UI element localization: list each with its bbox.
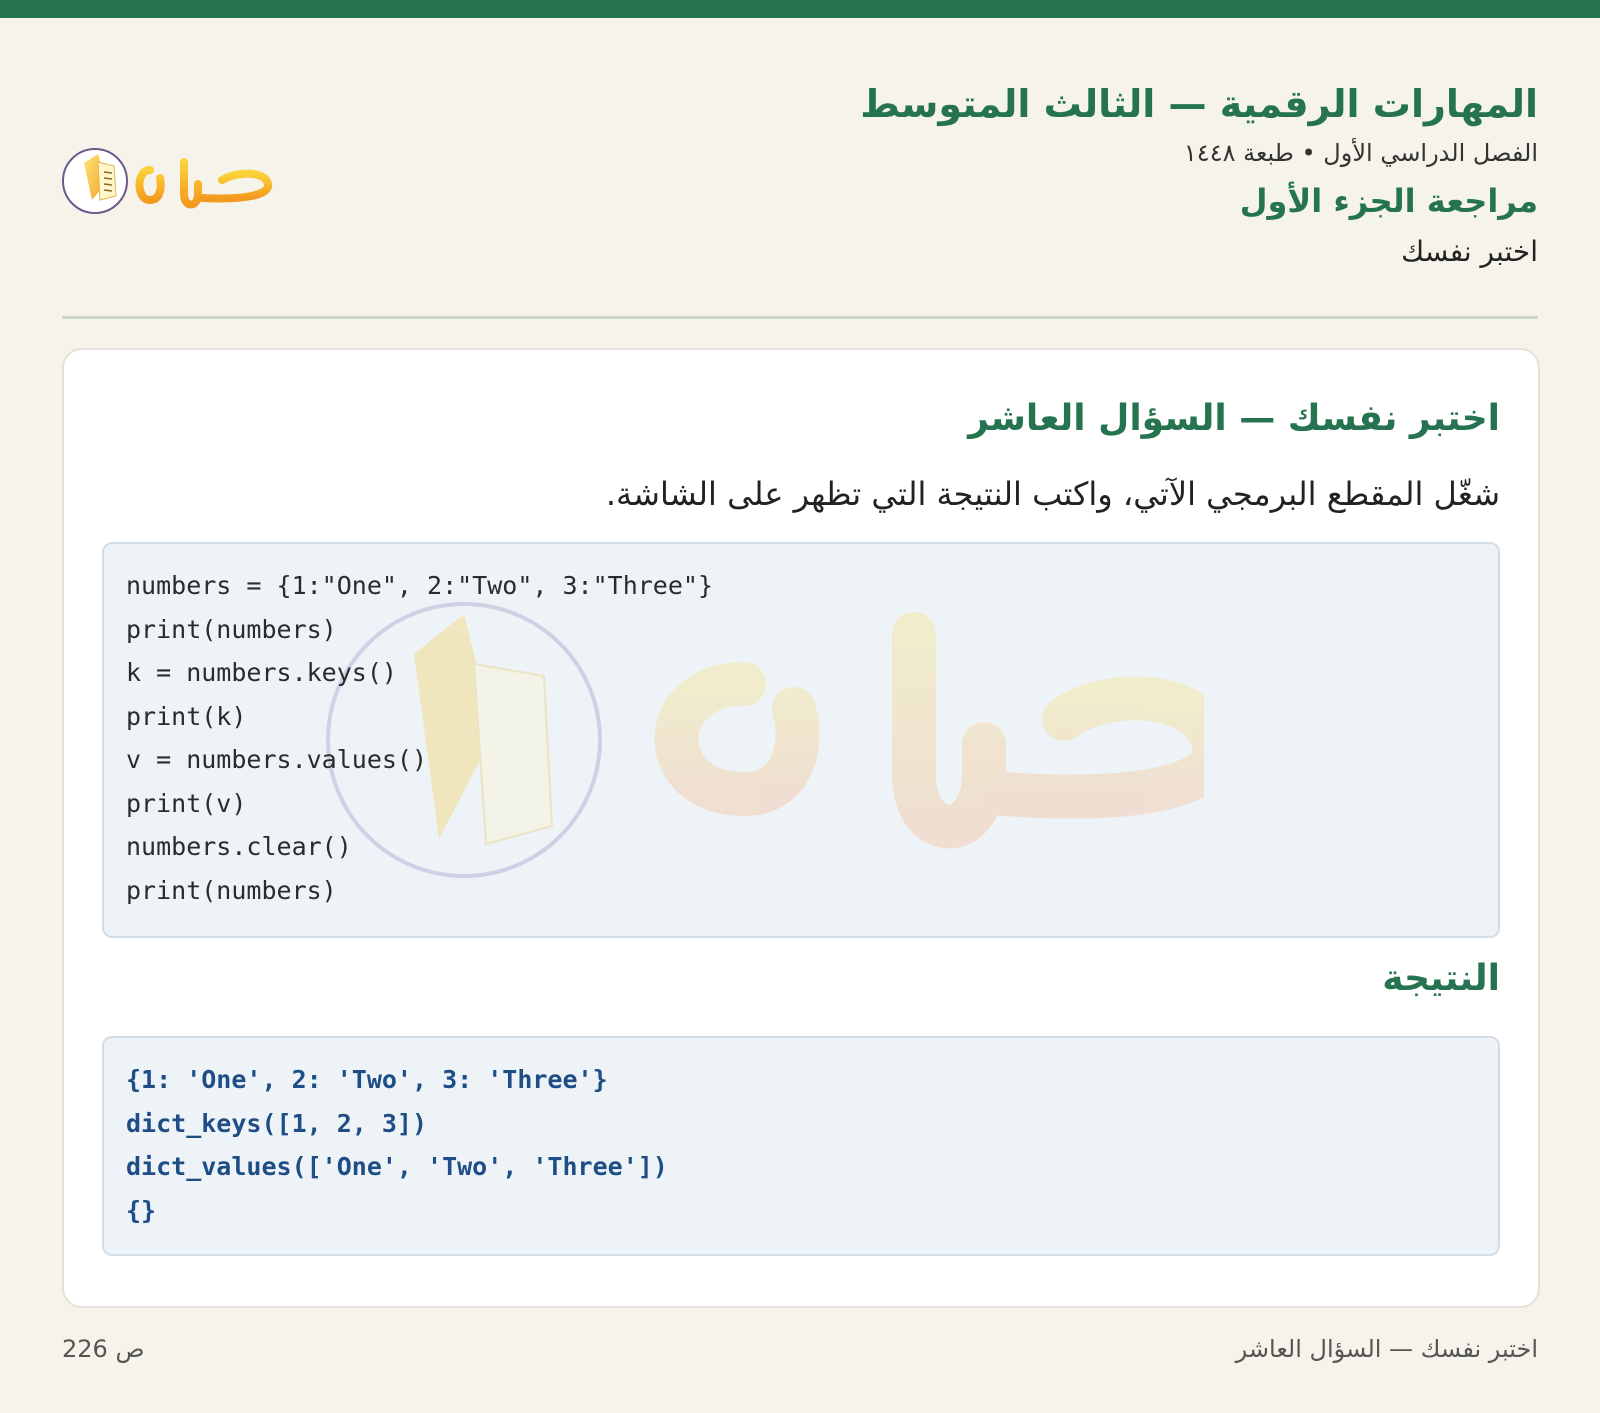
header-text: المهارات الرقمية — الثالث المتوسط الفصل … <box>860 78 1538 272</box>
code-lines: numbers = {1:"One", 2:"Two", 3:"Three"} … <box>126 564 713 912</box>
logo <box>62 148 272 214</box>
book-title: المهارات الرقمية — الثالث المتوسط <box>860 82 1538 126</box>
question-title: اختبر نفسك — السؤال العاشر <box>968 398 1500 439</box>
code-line: print(k) <box>126 701 247 731</box>
result-title: النتيجة <box>1382 958 1500 999</box>
result-lines: {1: 'One', 2: 'Two', 3: 'Three'} dict_ke… <box>126 1058 668 1232</box>
code-line: print(numbers) <box>126 875 337 905</box>
footer-section-label: اختبر نفسك — السؤال العاشر <box>1235 1335 1538 1363</box>
code-line: numbers.clear() <box>126 832 352 861</box>
question-text: شغّل المقطع البرمجي الآتي، واكتب النتيجة… <box>605 475 1500 513</box>
code-line: print(v) <box>126 788 247 818</box>
question-card: اختبر نفسك — السؤال العاشر شغّل المقطع ا… <box>62 348 1540 1308</box>
result-line: dict_values(['One', 'Two', 'Three']) <box>126 1152 668 1181</box>
code-line: v = numbers.values() <box>126 745 428 774</box>
section-title: اختبر نفسك <box>1401 235 1538 268</box>
top-accent-bar <box>0 0 1600 18</box>
result-line: {} <box>126 1195 157 1225</box>
unit-title: مراجعة الجزء الأول <box>1239 182 1538 220</box>
book-meta: الفصل الدراسي الأول • طبعة ١٤٤٨ <box>1183 139 1538 167</box>
result-line: {1: 'One', 2: 'Two', 3: 'Three'} <box>126 1065 608 1094</box>
code-block: numbers = {1:"One", 2:"Two", 3:"Three"} … <box>102 542 1500 938</box>
header-divider <box>62 316 1538 319</box>
footer-page-number: ص 226 <box>62 1335 145 1363</box>
code-line: numbers = {1:"One", 2:"Two", 3:"Three"} <box>126 571 713 600</box>
page-header: المهارات الرقمية — الثالث المتوسط الفصل … <box>62 60 1538 320</box>
result-line: dict_keys([1, 2, 3]) <box>126 1108 428 1138</box>
book-icon <box>62 148 128 214</box>
result-block: {1: 'One', 2: 'Two', 3: 'Three'} dict_ke… <box>102 1036 1500 1256</box>
code-line: print(numbers) <box>126 614 337 644</box>
code-line: k = numbers.keys() <box>126 658 397 687</box>
